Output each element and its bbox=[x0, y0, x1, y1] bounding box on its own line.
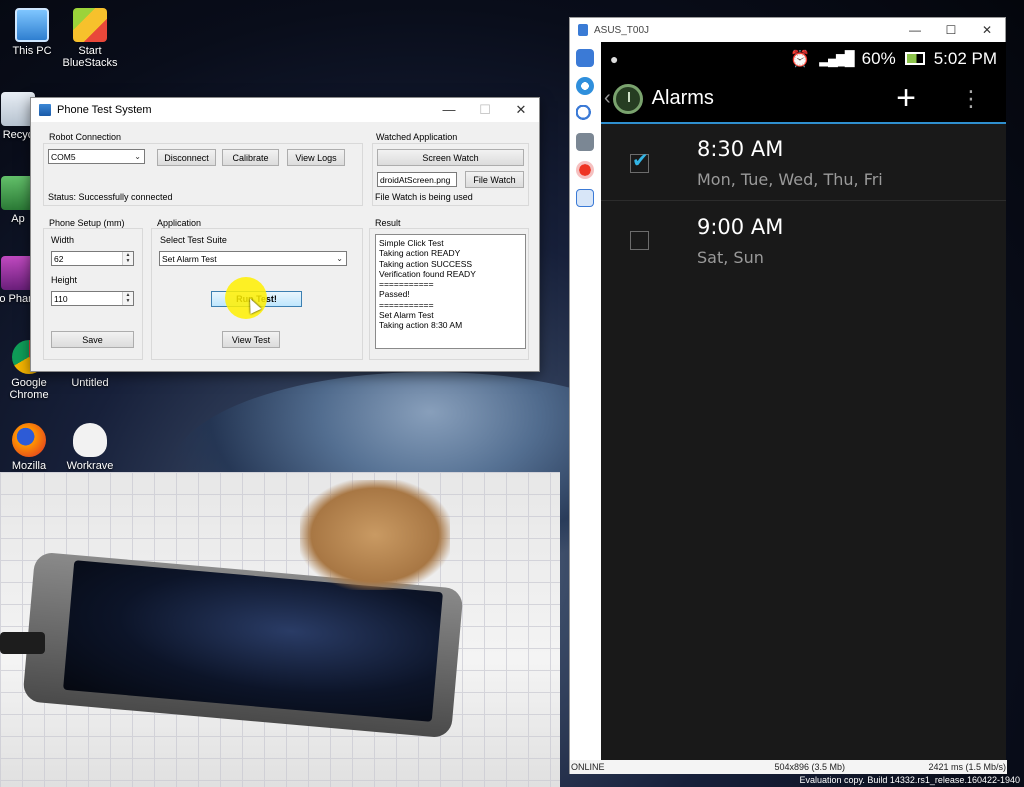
bluestacks-icon bbox=[73, 8, 107, 42]
clock-app-icon bbox=[612, 83, 643, 114]
windows-evaluation-watermark: Evaluation copy. Build 14332.rs1_release… bbox=[799, 775, 1021, 785]
alarm-row[interactable]: ✔ 8:30 AM Mon, Tue, Wed, Thu, Fri bbox=[601, 124, 1006, 201]
desktop-icon-firefox[interactable]: Mozilla bbox=[0, 423, 61, 472]
screen-title: Alarms bbox=[651, 87, 714, 109]
window-titlebar[interactable]: Phone Test System — ☐ ✕ bbox=[31, 98, 539, 122]
emulator-titlebar[interactable]: ASUS_T00J — ☐ ✕ bbox=[570, 18, 1005, 42]
emulator-close-button[interactable]: ✕ bbox=[969, 23, 1005, 37]
minimize-button[interactable]: — bbox=[431, 102, 467, 118]
usb-cable bbox=[0, 632, 45, 654]
emulator-window: ASUS_T00J — ☐ ✕ ● ⏰ ▂▄▆█ 60% 5:02 PM ‹ A… bbox=[569, 17, 1007, 774]
signal-icon: ▂▄▆█ bbox=[819, 50, 854, 66]
emulator-title: ASUS_T00J bbox=[594, 24, 650, 36]
close-button[interactable]: ✕ bbox=[503, 102, 539, 118]
view-logs-button[interactable]: View Logs bbox=[287, 149, 345, 166]
alarm-time: 8:30 AM bbox=[697, 137, 784, 161]
select-test-suite-label: Select Test Suite bbox=[160, 235, 227, 245]
result-line: Passed! bbox=[379, 289, 410, 300]
emulator-statusbar: ONLINE 504x896 (3.5 Mb) 2421 ms (1.5 Mb/… bbox=[570, 760, 1007, 774]
disconnect-button[interactable]: Disconnect bbox=[157, 149, 216, 166]
workrave-sheep-icon bbox=[73, 423, 107, 457]
alarm-days: Sat, Sun bbox=[697, 248, 764, 267]
file-watch-button[interactable]: File Watch bbox=[465, 171, 524, 188]
overflow-menu-icon[interactable]: ⋮ bbox=[960, 86, 982, 112]
battery-charging-icon bbox=[904, 52, 925, 65]
android-robot-icon: ● bbox=[610, 50, 619, 67]
checkmark-icon: ✔ bbox=[632, 150, 649, 172]
camera-icon[interactable] bbox=[576, 133, 594, 151]
phone-window-icon bbox=[578, 24, 588, 36]
result-line: Simple Click Test bbox=[379, 238, 444, 248]
desktop-icon-workrave[interactable]: Workrave bbox=[58, 423, 122, 472]
result-line: Taking action READY bbox=[379, 248, 461, 259]
connection-status: Status: Successfully connected bbox=[48, 192, 173, 202]
result-line: Verification found READY bbox=[379, 268, 476, 279]
click-highlight bbox=[225, 277, 267, 319]
result-line: Taking action SUCCESS bbox=[379, 258, 473, 269]
screen-watch-button[interactable]: Screen Watch bbox=[377, 149, 524, 166]
camera-photo-robot bbox=[0, 472, 560, 787]
view-test-button[interactable]: View Test bbox=[222, 331, 280, 348]
computer-icon bbox=[15, 8, 49, 42]
width-input[interactable]: 62 ▲ ▼ bbox=[51, 251, 134, 266]
file-watch-note: File Watch is being used bbox=[375, 192, 473, 202]
robot-connection-label: Robot Connection bbox=[47, 132, 124, 142]
calibrate-button[interactable]: Calibrate bbox=[222, 149, 279, 166]
notes-icon[interactable] bbox=[576, 189, 594, 207]
battery-percent: 60% bbox=[861, 48, 896, 68]
chevron-down-icon: ⌄ bbox=[336, 254, 343, 263]
record-icon[interactable] bbox=[576, 161, 594, 179]
desktop-icon-bluestacks[interactable]: Start BlueStacks bbox=[58, 8, 122, 69]
watch-file-input[interactable]: droidAtScreen.png bbox=[377, 172, 457, 187]
phone-setup-label: Phone Setup (mm) bbox=[47, 218, 127, 228]
alarm-row[interactable]: 9:00 AM Sat, Sun bbox=[601, 201, 1006, 278]
result-label: Result bbox=[373, 218, 403, 228]
save-button[interactable]: Save bbox=[51, 331, 134, 348]
rotate-icon[interactable] bbox=[576, 77, 594, 95]
android-screen: ● ⏰ ▂▄▆█ 60% 5:02 PM ‹ Alarms + ⋮ ✔ 8:30… bbox=[601, 42, 1006, 762]
alarms-actionbar: ‹ Alarms + ⋮ bbox=[601, 75, 1006, 124]
alarm-enabled-checkbox[interactable] bbox=[630, 231, 649, 250]
back-chevron-icon[interactable]: ‹ bbox=[604, 87, 611, 110]
status-time: 5:02 PM bbox=[933, 48, 997, 68]
result-log[interactable]: Simple Click Test Taking action READY Ta… bbox=[375, 234, 526, 349]
height-spinner-icon[interactable]: ▲ ▼ bbox=[122, 292, 133, 305]
alarm-enabled-checkbox[interactable]: ✔ bbox=[630, 150, 649, 173]
app-window-icon bbox=[39, 104, 51, 116]
screen-resolution: 504x896 (3.5 Mb) bbox=[774, 762, 846, 772]
height-label: Height bbox=[51, 275, 78, 285]
robot-rig bbox=[300, 480, 450, 590]
width-spinner-icon[interactable]: ▲ ▼ bbox=[122, 252, 133, 265]
desktop-icon-this-pc[interactable]: This PC bbox=[0, 8, 64, 57]
alarm-days: Mon, Tue, Wed, Thu, Fri bbox=[697, 170, 883, 189]
emulator-maximize-button[interactable]: ☐ bbox=[933, 23, 969, 37]
test-suite-select[interactable]: Set Alarm Test ⌄ bbox=[159, 251, 347, 266]
emulator-minimize-button[interactable]: — bbox=[897, 23, 933, 37]
emulator-toolbar bbox=[570, 42, 600, 761]
connection-state: ONLINE bbox=[571, 762, 605, 772]
alarm-time: 9:00 AM bbox=[697, 215, 784, 239]
zoom-icon[interactable] bbox=[576, 105, 594, 123]
add-alarm-icon[interactable]: + bbox=[896, 79, 916, 118]
width-label: Width bbox=[51, 235, 75, 245]
application-label: Application bbox=[155, 218, 204, 228]
result-line: =========== bbox=[379, 279, 434, 290]
window-title: Phone Test System bbox=[57, 104, 152, 116]
com-port-select[interactable]: COM5 ⌄ bbox=[48, 149, 145, 164]
phone-test-system-window: Phone Test System — ☐ ✕ Robot Connection… bbox=[30, 97, 540, 372]
watched-application-label: Watched Application bbox=[374, 132, 460, 142]
result-line: Set Alarm Test bbox=[379, 310, 434, 321]
result-line: =========== bbox=[379, 299, 434, 310]
maximize-button: ☐ bbox=[479, 102, 491, 117]
height-input[interactable]: 110 ▲ ▼ bbox=[51, 291, 134, 306]
alarm-clock-icon: ⏰ bbox=[790, 50, 811, 68]
chevron-down-icon: ⌄ bbox=[134, 152, 141, 161]
capture-timing: 2421 ms (1.5 Mb/s) bbox=[928, 762, 1006, 772]
android-statusbar: ● ⏰ ▂▄▆█ 60% 5:02 PM bbox=[601, 42, 1006, 75]
firefox-icon bbox=[12, 423, 46, 457]
result-line: Taking action 8:30 AM bbox=[379, 320, 463, 331]
device-icon[interactable] bbox=[576, 49, 594, 67]
